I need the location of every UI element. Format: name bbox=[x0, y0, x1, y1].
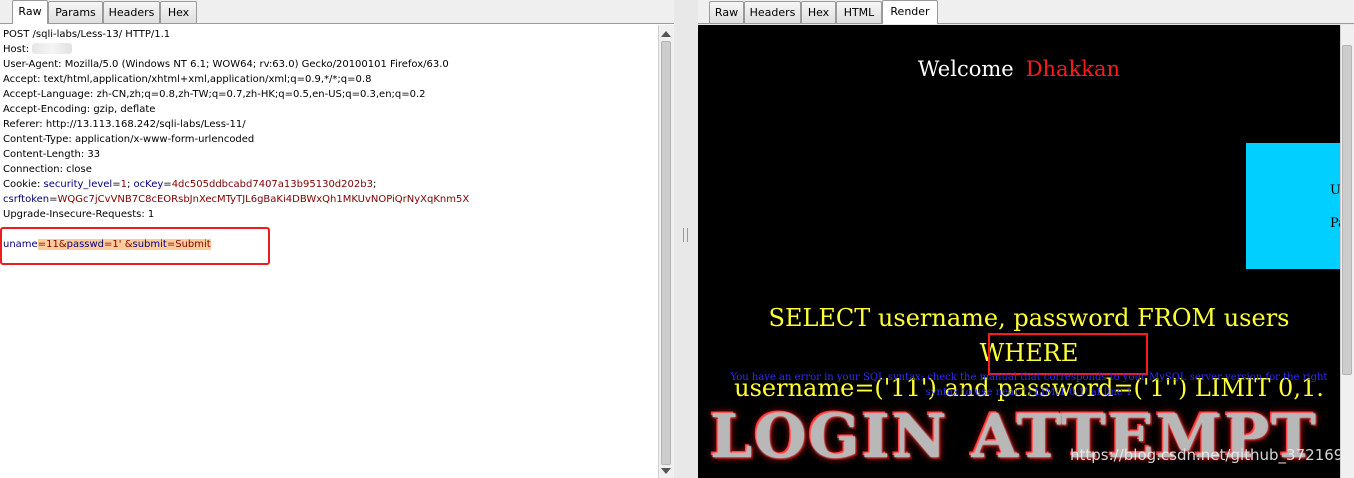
cookie-key: security_level bbox=[43, 179, 113, 190]
request-scrollbar[interactable] bbox=[658, 25, 674, 478]
site-name: Dhakkan bbox=[1025, 57, 1121, 81]
cookie-key: ocKey bbox=[133, 179, 164, 190]
csrf-value: WQGc7jCvVNB7C8cEORsbJnXecMTyTJL6gBaKi4DB… bbox=[57, 194, 470, 205]
host-header: Host: bbox=[3, 42, 73, 57]
accept-header: Accept: text/html,application/xhtml+xml,… bbox=[3, 74, 372, 85]
annotation-box bbox=[0, 227, 270, 265]
request-panel: Raw Params Headers Hex POST /sqli-labs/L… bbox=[0, 0, 674, 478]
accept-encoding-header: Accept-Encoding: gzip, deflate bbox=[3, 104, 156, 115]
cookie-label: Cookie: bbox=[3, 179, 44, 190]
csrf-key: csrftoken bbox=[3, 194, 50, 205]
upgrade-insecure-header: Upgrade-Insecure-Requests: 1 bbox=[3, 209, 155, 220]
scroll-down-icon[interactable] bbox=[661, 468, 671, 474]
request-tab-raw[interactable]: Raw bbox=[12, 0, 48, 24]
cookie-end: ; bbox=[372, 179, 377, 190]
accept-language-header: Accept-Language: zh-CN,zh;q=0.8,zh-TW;q=… bbox=[3, 89, 426, 100]
login-form-box bbox=[1246, 143, 1340, 269]
request-tab-bar: Raw Params Headers Hex bbox=[0, 0, 674, 24]
splitter-grip-icon[interactable] bbox=[683, 228, 688, 242]
csrf-eq: = bbox=[49, 194, 58, 205]
cookie-eq: = bbox=[112, 179, 121, 190]
response-panel: Raw Headers Hex HTML Render Welcome Dhakk… bbox=[698, 0, 1354, 478]
redacted-host bbox=[32, 43, 73, 54]
response-tab-raw[interactable]: Raw bbox=[709, 1, 744, 23]
response-tab-html[interactable]: HTML bbox=[836, 1, 882, 23]
user-agent-header: User-Agent: Mozilla/5.0 (Windows NT 6.1;… bbox=[3, 59, 449, 70]
response-tab-render[interactable]: Render bbox=[882, 0, 938, 24]
content-type-header: Content-Type: application/x-www-form-url… bbox=[3, 134, 255, 145]
scroll-thumb[interactable] bbox=[661, 41, 671, 465]
cookie-value: 4dc505ddbcabd7407a13b95130d202b3 bbox=[171, 179, 373, 190]
content-length-header: Content-Length: 33 bbox=[3, 149, 101, 160]
request-tab-params[interactable]: Params bbox=[48, 1, 103, 23]
scroll-thumb[interactable] bbox=[1342, 45, 1352, 375]
password-label: Pa bbox=[1330, 216, 1340, 231]
cookie-eq: = bbox=[163, 179, 172, 190]
request-tab-hex[interactable]: Hex bbox=[160, 1, 197, 23]
host-label: Host: bbox=[3, 44, 33, 55]
annotation-box bbox=[988, 333, 1148, 375]
welcome-text: Welcome bbox=[917, 57, 1014, 81]
request-tab-headers[interactable]: Headers bbox=[103, 1, 160, 23]
response-tab-bar: Raw Headers Hex HTML Render bbox=[698, 0, 1354, 24]
response-tab-hex[interactable]: Hex bbox=[801, 1, 836, 23]
connection-header: Connection: close bbox=[3, 164, 92, 175]
watermark: https://blog.csdn.net/github_37216944 bbox=[1070, 446, 1340, 464]
csrf-line: csrftoken=WQGc7jCvVNB7C8cEORsbJnXecMTyTJ… bbox=[3, 192, 469, 207]
scroll-up-icon[interactable] bbox=[661, 31, 671, 37]
request-line: POST /sqli-labs/Less-13/ HTTP/1.1 bbox=[3, 29, 171, 40]
pane-splitter[interactable] bbox=[674, 0, 698, 478]
response-scrollbar[interactable] bbox=[1340, 25, 1354, 478]
referer-header: Referer: http://13.113.168.242/sqli-labs… bbox=[3, 119, 246, 130]
response-tab-headers[interactable]: Headers bbox=[744, 1, 801, 23]
rendered-page: WelcomeDhakkan Us Pa SELECT username, pa… bbox=[698, 25, 1340, 478]
username-label: Us bbox=[1330, 183, 1340, 198]
cookie-header: Cookie: security_level=1; ocKey=4dc505dd… bbox=[3, 177, 376, 192]
sql-error-message: You have an error in your SQL syntax; ch… bbox=[730, 372, 1328, 398]
welcome-heading: Welcome Dhakkan bbox=[698, 57, 1340, 81]
